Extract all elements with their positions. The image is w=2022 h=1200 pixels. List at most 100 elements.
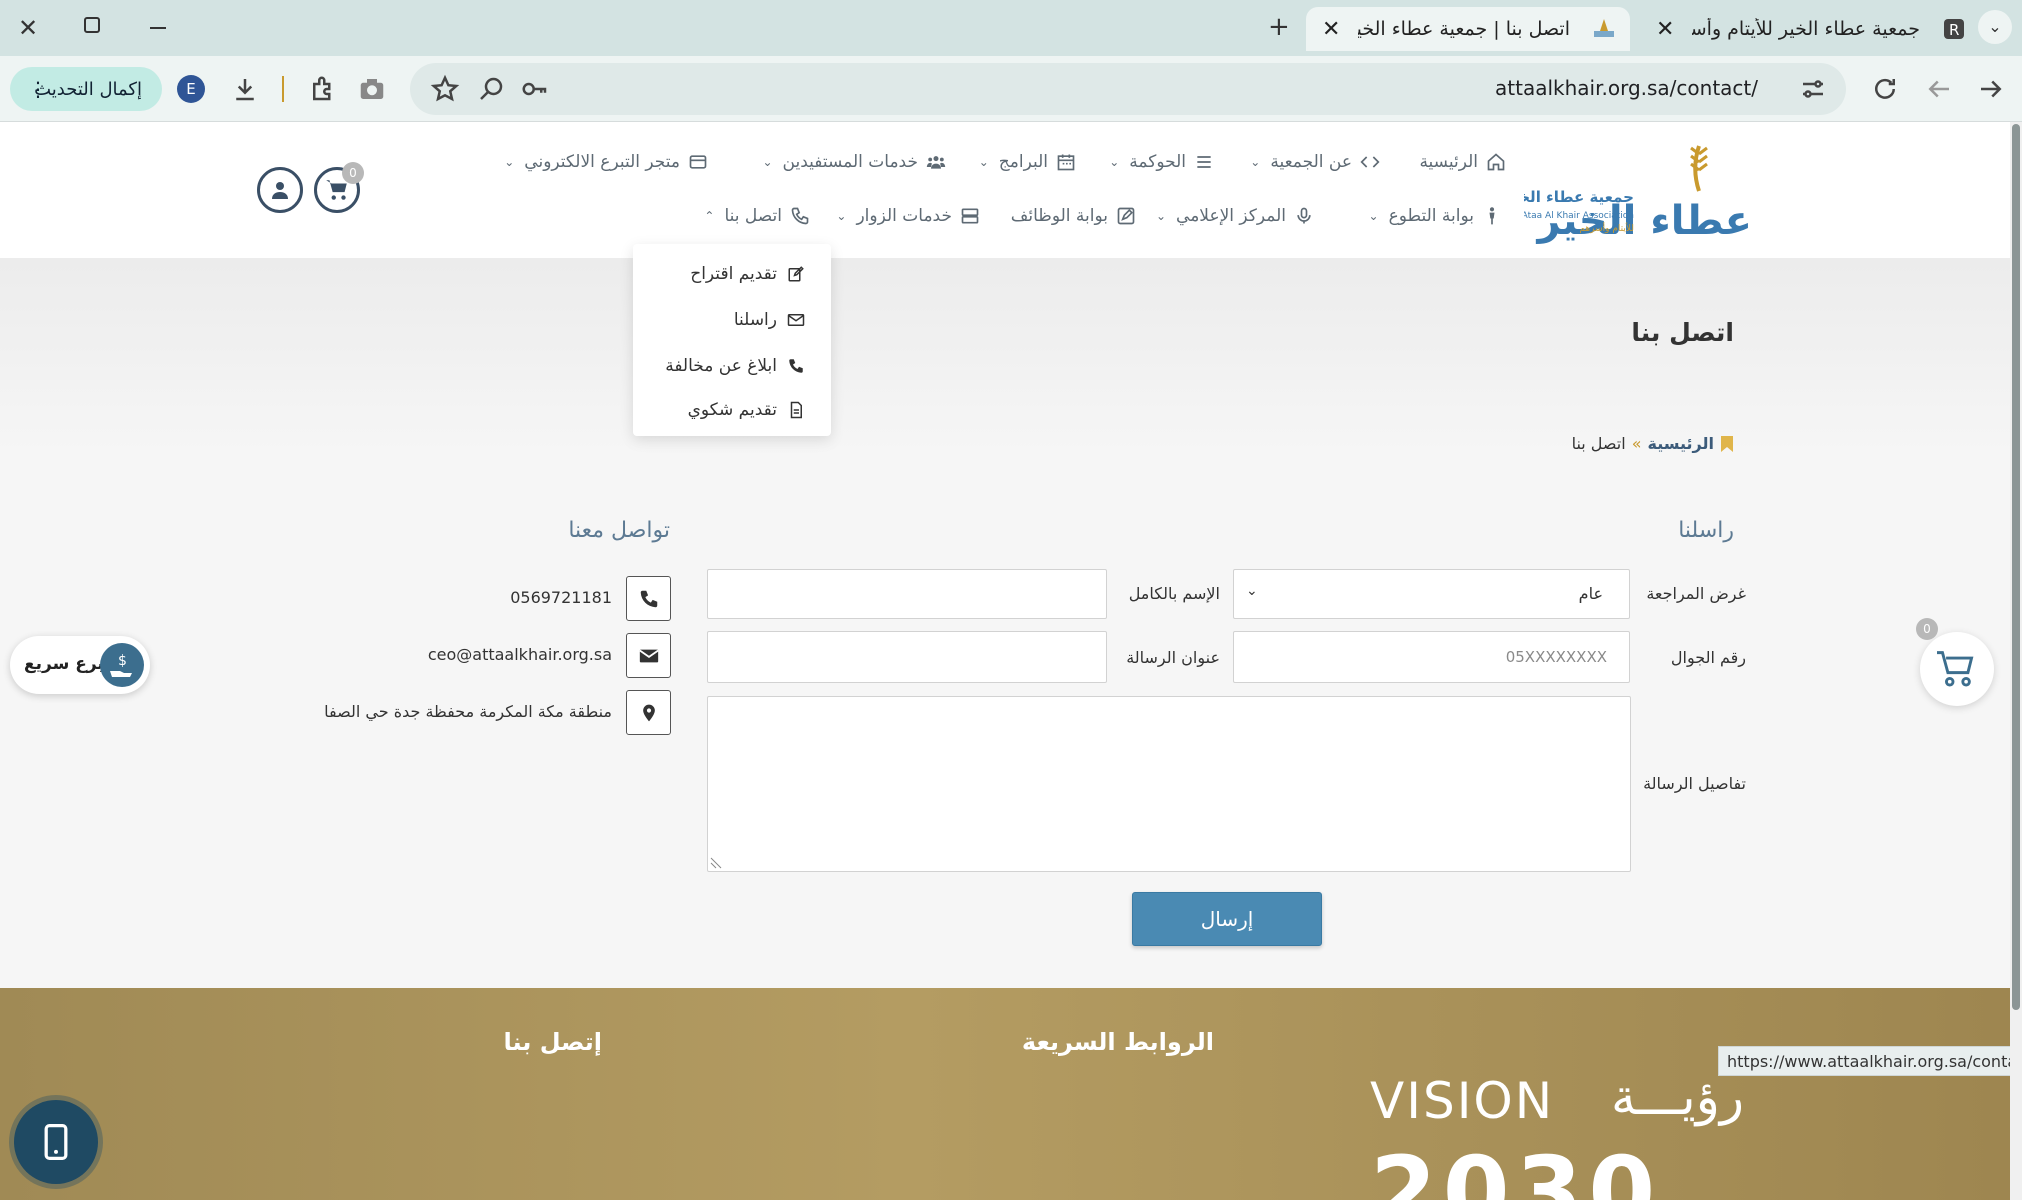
dropdown-label: تقديم شكوي [687, 400, 777, 420]
tab-favicon-icon: R [1944, 19, 1964, 39]
message-textarea[interactable] [707, 696, 1631, 872]
nav-jobs[interactable]: بوابة الوظائف [1011, 206, 1136, 226]
bookmark-icon [1721, 435, 1733, 452]
mobile-app-button[interactable] [14, 1100, 98, 1184]
dropdown-item-complaint[interactable]: تقديم شكوي [688, 400, 805, 420]
tab-close-icon[interactable]: ✕ [1656, 17, 1674, 42]
new-tab-icon[interactable]: + [1268, 12, 1290, 42]
logo-tagline: للأيتام وأسرهم [1579, 222, 1634, 234]
profile-avatar[interactable]: E [177, 75, 205, 103]
tab-search-icon[interactable]: ⌄ [1978, 10, 2012, 44]
user-account-button[interactable] [257, 167, 303, 213]
breadcrumb: الرئيسية » اتصل بنا [1572, 434, 1734, 453]
home-icon [1487, 153, 1505, 171]
nav-programs-label: البرامج [998, 152, 1048, 172]
site-logo[interactable]: عطاء الخير جمعية عطاء الخير Ataa Al Khai… [1524, 136, 1754, 244]
chevron-down-icon: ⌄ [978, 155, 989, 169]
subject-input[interactable] [707, 631, 1107, 683]
footer-contact-title: إتصل بنا [503, 1028, 602, 1056]
dropdown-item-message-us[interactable]: راسلنا [734, 310, 805, 330]
nav-visitor-services[interactable]: خدمات الزوار ⌄ [836, 206, 980, 226]
purpose-select[interactable]: عام ⌄ [1233, 569, 1630, 619]
chevron-down-icon: ⌄ [836, 209, 847, 223]
browser-tab-bar: ✕ + ✕ اتصل بنا | جمعية عطاء الخير للأيتا… [0, 0, 2022, 56]
card-icon [689, 155, 707, 169]
scrollbar-thumb[interactable] [2012, 124, 2020, 1010]
nav-home[interactable]: الرئيسية [1419, 152, 1506, 172]
mobile-input[interactable]: 05XXXXXXXX [1233, 631, 1630, 683]
browser-toolbar: ⋮ إكمال التحديث E attaalkhair.org.sa/con… [0, 56, 2022, 122]
forward-icon[interactable] [1976, 74, 2006, 104]
extensions-icon[interactable] [308, 74, 338, 104]
tab-inactive[interactable]: ✕ جمعية عطاء الخير للأيتام وأسرهم R [1640, 7, 1980, 51]
page-title: اتصل بنا [1631, 318, 1734, 347]
tab-close-icon[interactable]: ✕ [1322, 17, 1340, 42]
chevron-down-icon: ⌄ [762, 155, 773, 169]
download-icon[interactable] [230, 74, 260, 104]
nav-volunteer-label: بوابة التطوع [1388, 206, 1474, 226]
code-icon [1360, 156, 1380, 168]
quick-donate-button[interactable]: تبرع سريع $ [10, 636, 150, 694]
details-label: تفاصيل الرسالة [1643, 774, 1746, 793]
contact-location-icon-box [626, 690, 671, 735]
submit-button[interactable]: إرسال [1132, 892, 1322, 946]
nav-about[interactable]: عن الجمعية ⌄ [1250, 152, 1380, 172]
page-scrollbar[interactable] [2010, 122, 2022, 1200]
nav-media-center[interactable]: المركز الإعلامي ⌄ [1156, 206, 1314, 226]
nav-donation-store[interactable]: متجر التبرع الالكتروني ⌄ [504, 152, 708, 172]
full-name-input[interactable] [707, 569, 1107, 619]
breadcrumb-home[interactable]: الرئيسية [1648, 434, 1715, 453]
window-minimize-icon[interactable] [150, 27, 166, 29]
nav-home-label: الرئيسية [1419, 152, 1478, 172]
chevron-down-icon: ⌄ [1368, 209, 1379, 223]
dropdown-item-report-violation[interactable]: ابلاغ عن مخالفة [665, 356, 805, 376]
floating-cart-count: 0 [1916, 618, 1938, 640]
address-bar[interactable]: attaalkhair.org.sa/contact/ [410, 63, 1846, 115]
bookmark-star-icon[interactable] [430, 74, 460, 104]
nav-governance[interactable]: الحوكمة ⌄ [1109, 152, 1214, 172]
file-icon [790, 401, 802, 419]
window-close-icon[interactable]: ✕ [18, 14, 38, 42]
footer-quick-links-title: الروابط السريعة [1021, 1028, 1214, 1056]
site-settings-icon[interactable] [1798, 74, 1828, 104]
logo-arabic-name: جمعية عطاء الخير [1524, 188, 1634, 206]
nav-beneficiary-services[interactable]: خدمات المستفيدين ⌄ [762, 152, 946, 172]
subject-label: عنوان الرسالة [1126, 648, 1220, 667]
menu-dots-icon: ⋮ [28, 77, 48, 101]
password-key-icon[interactable] [520, 74, 550, 104]
contact-phone-icon-box [626, 576, 671, 621]
tab-title: جمعية عطاء الخير للأيتام وأسرهم [1692, 18, 1920, 40]
breadcrumb-current: اتصل بنا [1571, 434, 1626, 453]
vision-year-text: 2030 [1370, 1136, 1662, 1200]
volunteer-icon [1489, 207, 1495, 225]
nav-volunteer[interactable]: بوابة التطوع ⌄ [1369, 206, 1502, 226]
reload-icon[interactable] [1870, 74, 1900, 104]
nav-contact[interactable]: اتصل بنا ⌃ [704, 206, 810, 226]
nav-about-label: عن الجمعية [1270, 152, 1352, 172]
update-button[interactable]: ⋮ إكمال التحديث [10, 67, 162, 111]
chevron-up-icon: ⌃ [704, 209, 715, 223]
contact-phone[interactable]: 0569721181 [510, 588, 612, 607]
dropdown-label: راسلنا [733, 310, 777, 330]
resize-handle-icon[interactable] [710, 857, 722, 869]
purpose-value: عام [1578, 584, 1603, 603]
contact-email[interactable]: ceo@attaalkhair.org.sa [428, 645, 612, 664]
cart-icon [1937, 651, 1974, 687]
phone-icon [640, 590, 657, 607]
floating-cart-button[interactable] [1920, 632, 1994, 706]
back-icon[interactable] [1924, 74, 1954, 104]
window-restore-icon[interactable] [84, 17, 100, 33]
nav-visitor-label: خدمات الزوار [856, 206, 952, 226]
chevron-down-icon: ⌄ [504, 155, 515, 169]
dropdown-item-suggestion[interactable]: تقديم اقتراح [690, 264, 805, 284]
zoom-icon[interactable] [476, 74, 506, 104]
nav-programs[interactable]: البرامج ⌄ [979, 152, 1076, 172]
calendar-icon [1057, 154, 1075, 171]
svg-text:R: R [1949, 21, 1959, 39]
users-icon [926, 156, 946, 169]
web-page: عطاء الخير جمعية عطاء الخير Ataa Al Khai… [0, 122, 2010, 1200]
tab-active[interactable]: ✕ اتصل بنا | جمعية عطاء الخير للأيتام وأ… [1306, 7, 1630, 51]
name-label: الإسم بالكامل [1128, 584, 1220, 603]
nav-governance-label: الحوكمة [1129, 152, 1186, 172]
screenshot-icon[interactable] [357, 74, 387, 104]
